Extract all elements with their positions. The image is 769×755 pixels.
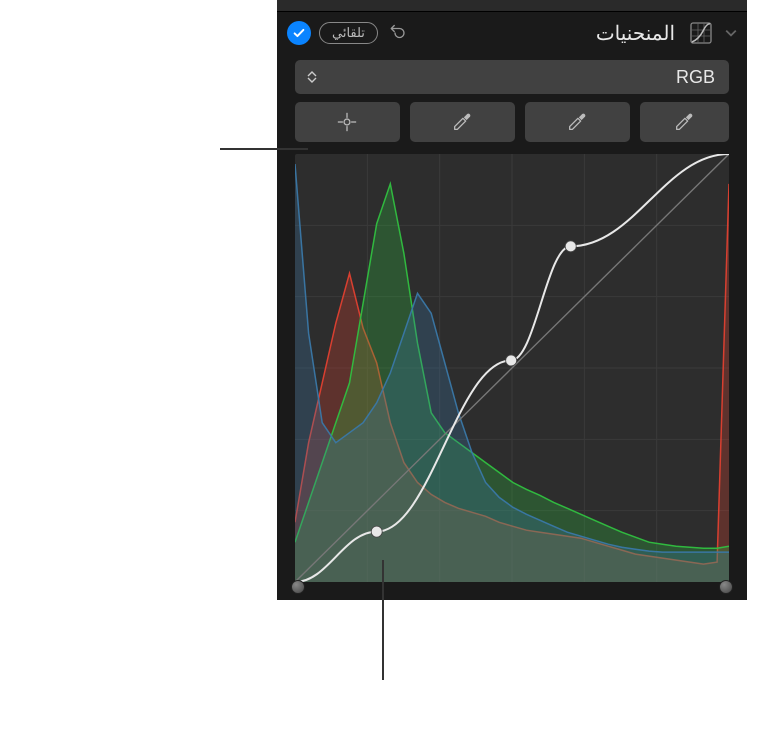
crosshair-icon	[336, 111, 358, 133]
black-point-dropper[interactable]	[410, 102, 515, 142]
gray-point-dropper[interactable]	[525, 102, 630, 142]
curves-panel-icon	[689, 21, 713, 45]
panel-topstrip	[277, 0, 747, 12]
black-point-handle[interactable]	[291, 580, 305, 594]
curves-panel: تلقائي المنحنيات RGB	[277, 0, 747, 600]
white-point-handle[interactable]	[719, 580, 733, 594]
check-icon	[292, 26, 306, 40]
panel-title: المنحنيات	[596, 21, 675, 46]
curves-svg	[295, 154, 729, 582]
auto-button[interactable]: تلقائي	[319, 22, 378, 44]
channel-select[interactable]: RGB	[295, 60, 729, 94]
disclosure-triangle[interactable]	[725, 26, 737, 40]
callout-line	[382, 560, 384, 680]
picker-tool-row	[295, 102, 729, 142]
eyedropper-icon	[566, 111, 588, 133]
eyedropper-icon	[451, 111, 473, 133]
channel-label: RGB	[321, 67, 721, 88]
panel-content: RGB	[277, 54, 747, 600]
add-point-button[interactable]	[295, 102, 400, 142]
chevron-down-icon	[725, 29, 737, 37]
panel-header: تلقائي المنحنيات	[277, 12, 747, 54]
eyedropper-icon	[673, 111, 695, 133]
stepper-arrows-icon	[303, 64, 321, 90]
white-point-dropper[interactable]	[640, 102, 729, 142]
enable-toggle[interactable]	[287, 21, 311, 45]
curves-canvas[interactable]	[295, 154, 729, 582]
undo-icon	[389, 24, 407, 42]
reset-button[interactable]	[386, 21, 410, 45]
callout-line	[220, 148, 308, 150]
